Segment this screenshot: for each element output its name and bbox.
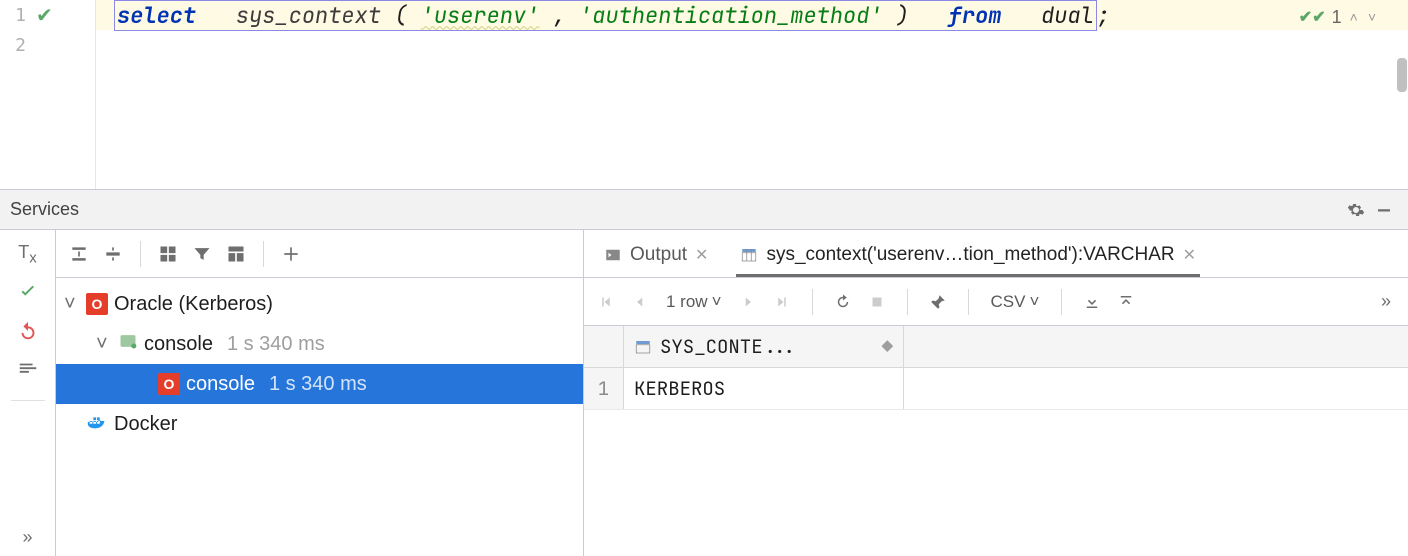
- sql-keyword: from: [949, 1, 1002, 30]
- tree-node-docker[interactable]: Docker: [56, 404, 583, 444]
- export-down-icon[interactable]: [1078, 288, 1106, 316]
- sql-string: 'userenv': [421, 1, 540, 30]
- inspection-widget[interactable]: ✔✔ 1 ˄ ˅: [1293, 4, 1384, 30]
- tab-result[interactable]: sys_context('userenv…tion_method'):VARCH…: [736, 235, 1200, 277]
- tree-node-label: Docker: [114, 413, 177, 436]
- sql-editor: 1 ✔ 2 select sys_context ( 'userenv' , '…: [0, 0, 1408, 190]
- tx-icon[interactable]: Tx: [18, 242, 37, 267]
- wrap-icon[interactable]: [17, 359, 39, 384]
- service-actions-rail: Tx »: [0, 230, 56, 556]
- reload-icon[interactable]: [829, 288, 857, 316]
- add-icon[interactable]: [276, 239, 306, 269]
- console-icon: [118, 331, 138, 357]
- execution-time: 1 s 340 ms: [261, 373, 367, 396]
- grid-row[interactable]: 1 KERBEROS: [584, 368, 1408, 410]
- export-format-dropdown[interactable]: CSV ˅: [985, 292, 1046, 312]
- code-line[interactable]: [96, 30, 1408, 60]
- grid-corner: [584, 326, 624, 367]
- filter-icon[interactable]: [187, 239, 217, 269]
- result-panel: Output ✕ sys_context('userenv…tion_metho…: [584, 230, 1408, 556]
- docker-icon: [86, 410, 108, 438]
- chevron-down-icon: ˅: [712, 292, 722, 312]
- services-tree[interactable]: ˅ O Oracle (Kerberos) ˅ console 1 s 340 …: [56, 278, 583, 444]
- minimize-icon[interactable]: [1370, 196, 1398, 224]
- tree-node-label: console: [144, 333, 213, 356]
- inspection-count: 1: [1332, 7, 1342, 28]
- commit-icon[interactable]: [17, 281, 39, 306]
- chevron-down-icon[interactable]: ˅: [1366, 9, 1378, 25]
- tool-window-header: Services: [0, 190, 1408, 230]
- result-grid[interactable]: SYS_CONTE... ◆ 1 KERBEROS: [584, 326, 1408, 410]
- close-icon[interactable]: ✕: [695, 245, 708, 265]
- tree-node-label: Oracle (Kerberos): [114, 293, 273, 316]
- oracle-icon: O: [86, 293, 108, 315]
- sort-icon[interactable]: ◆: [882, 334, 893, 359]
- line-number: 2: [8, 35, 26, 56]
- scrollbar-thumb[interactable]: [1397, 58, 1407, 92]
- collapse-all-icon[interactable]: [98, 239, 128, 269]
- services-tree-panel: ˅ O Oracle (Kerberos) ˅ console 1 s 340 …: [56, 230, 584, 556]
- tree-node-console[interactable]: ˅ console 1 s 340 ms: [56, 324, 583, 364]
- tree-toolbar: [56, 230, 583, 278]
- checkmark-icon: ✔: [36, 3, 53, 28]
- grid-header-row: SYS_CONTE... ◆: [584, 326, 1408, 368]
- sql-keyword: select: [117, 1, 196, 30]
- tool-window-title: Services: [10, 199, 79, 220]
- tab-output[interactable]: Output ✕: [600, 235, 712, 277]
- code-area[interactable]: select sys_context ( 'userenv' , 'authen…: [96, 0, 1408, 189]
- chevron-up-icon[interactable]: ˄: [1348, 9, 1360, 25]
- editor-scrollbar[interactable]: [1394, 0, 1408, 189]
- checkmark-icon: ✔✔: [1299, 7, 1326, 27]
- import-up-icon[interactable]: [1112, 288, 1140, 316]
- sql-string: 'authentication_method': [579, 1, 883, 30]
- oracle-icon: O: [158, 373, 180, 395]
- sql-table: dual: [1041, 1, 1094, 30]
- row-count-dropdown[interactable]: 1 row ˅: [660, 292, 728, 312]
- expand-all-icon[interactable]: [64, 239, 94, 269]
- group-icon[interactable]: [153, 239, 183, 269]
- grid-row-number: 1: [584, 368, 624, 409]
- tree-node-label: console: [186, 373, 255, 396]
- close-icon[interactable]: ✕: [1183, 245, 1196, 265]
- gear-icon[interactable]: [1342, 196, 1370, 224]
- result-tabs: Output ✕ sys_context('userenv…tion_metho…: [584, 230, 1408, 278]
- next-page-icon[interactable]: [734, 288, 762, 316]
- execution-time: 1 s 340 ms: [219, 333, 325, 356]
- grid-column-header[interactable]: SYS_CONTE... ◆: [624, 326, 904, 367]
- layout-icon[interactable]: [221, 239, 251, 269]
- last-page-icon[interactable]: [768, 288, 796, 316]
- result-toolbar: 1 row ˅ CSV ˅ »: [584, 278, 1408, 326]
- pin-icon[interactable]: [924, 288, 952, 316]
- sql-function: sys_context: [236, 1, 381, 30]
- editor-gutter: 1 ✔ 2: [0, 0, 96, 189]
- tree-node-console-run[interactable]: O console 1 s 340 ms: [56, 364, 583, 404]
- more-icon[interactable]: »: [1372, 288, 1400, 316]
- first-page-icon[interactable]: [592, 288, 620, 316]
- chevron-down-icon: ˅: [1029, 292, 1039, 312]
- tree-node-oracle[interactable]: ˅ O Oracle (Kerberos): [56, 284, 583, 324]
- more-icon[interactable]: »: [22, 527, 32, 548]
- line-number: 1: [8, 5, 26, 26]
- code-line[interactable]: select sys_context ( 'userenv' , 'authen…: [96, 0, 1408, 30]
- chevron-down-icon[interactable]: ˅: [64, 293, 80, 316]
- rollback-icon[interactable]: [17, 320, 39, 345]
- prev-page-icon[interactable]: [626, 288, 654, 316]
- chevron-down-icon[interactable]: ˅: [96, 333, 112, 356]
- tab-label: sys_context('userenv…tion_method'):VARCH…: [766, 244, 1174, 266]
- column-name: SYS_CONTE...: [660, 334, 797, 359]
- stop-icon[interactable]: [863, 288, 891, 316]
- grid-cell[interactable]: KERBEROS: [624, 368, 904, 409]
- tab-label: Output: [630, 244, 687, 266]
